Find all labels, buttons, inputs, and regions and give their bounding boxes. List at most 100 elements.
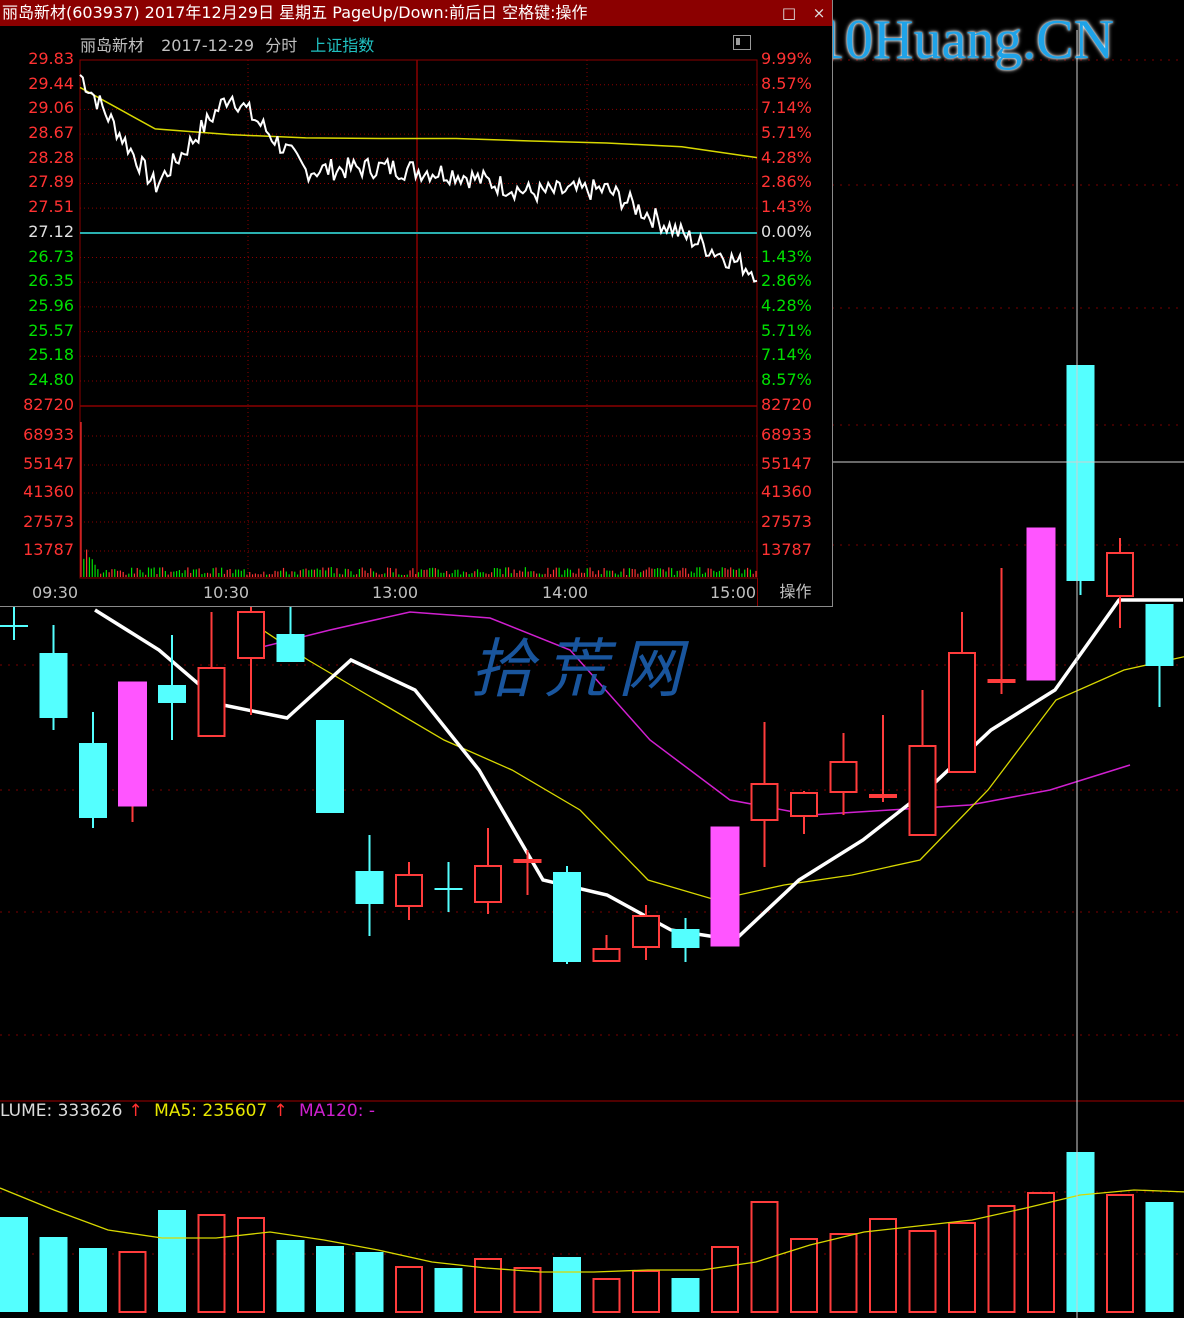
candle-body xyxy=(0,625,28,627)
candle xyxy=(197,612,226,737)
volume-bar xyxy=(39,1237,68,1312)
candle xyxy=(316,720,344,813)
volume-bar xyxy=(553,1257,581,1312)
percent-label: 7.14% xyxy=(761,345,812,365)
candle xyxy=(276,605,305,662)
candle-body xyxy=(395,874,423,907)
candle xyxy=(829,733,858,815)
percent-label: 1.43% xyxy=(761,246,812,266)
candle-body xyxy=(553,872,581,962)
time-label: 15:00 xyxy=(710,583,757,602)
time-label: 13:00 xyxy=(372,583,419,602)
candle xyxy=(987,568,1016,694)
ma5-value: MA5: 235607 xyxy=(154,1101,268,1121)
candle-body xyxy=(1106,552,1134,597)
candle xyxy=(671,918,700,962)
candle-body xyxy=(355,871,384,904)
price-label: 25.96 xyxy=(28,295,74,315)
volume-bar xyxy=(671,1278,700,1312)
volume-bar xyxy=(711,1246,739,1313)
candle-body xyxy=(592,948,621,962)
candle xyxy=(1106,538,1134,628)
volume-value: LUME: 333626 xyxy=(0,1101,123,1121)
price-label: 29.83 xyxy=(28,49,74,68)
candle-body xyxy=(434,888,463,890)
time-label: 09:30 xyxy=(32,583,79,602)
volume-bar xyxy=(237,1217,265,1313)
candle xyxy=(118,681,147,822)
candle xyxy=(355,835,384,936)
volume-bar xyxy=(276,1240,305,1312)
volume-label: 82720 xyxy=(23,395,74,414)
candle-body xyxy=(671,929,700,948)
candle-body xyxy=(829,761,858,793)
candle xyxy=(1145,604,1174,707)
percent-label: 1.43% xyxy=(761,197,812,217)
candle-body xyxy=(276,634,305,662)
average-price-line xyxy=(79,86,758,159)
volume-label: 27573 xyxy=(23,512,74,531)
price-line xyxy=(79,74,758,283)
intraday-volume xyxy=(80,422,757,577)
percent-label: 8.57% xyxy=(761,370,812,389)
candle-body xyxy=(158,685,186,703)
operation-button[interactable]: 操作 xyxy=(757,578,833,606)
volume-bar xyxy=(316,1246,344,1312)
percent-label: 5.71% xyxy=(761,320,812,340)
time-label: 14:00 xyxy=(542,583,589,602)
candle-body xyxy=(316,720,344,813)
volume-label: 55147 xyxy=(23,454,74,473)
candle-body xyxy=(118,681,147,807)
price-label: 25.57 xyxy=(28,320,74,340)
candle xyxy=(908,690,937,836)
volume-bar xyxy=(118,1251,147,1313)
candle-body xyxy=(987,679,1016,683)
volume-bar xyxy=(1027,1192,1055,1313)
candle xyxy=(79,712,107,828)
candle xyxy=(474,828,502,914)
candle xyxy=(592,935,621,962)
volume-bar xyxy=(869,1218,897,1313)
intraday-chart xyxy=(79,59,758,579)
price-label: 27.12 xyxy=(28,221,74,241)
volume-bar xyxy=(395,1266,423,1313)
intraday-popup: 丽岛新材(603937) 2017年12月29日 星期五 PageUp/Down… xyxy=(0,0,833,607)
price-label: 28.28 xyxy=(28,147,74,167)
volume-bar xyxy=(197,1214,226,1313)
candle xyxy=(790,791,818,834)
candle xyxy=(513,850,542,895)
volume-bar xyxy=(829,1233,858,1313)
volume-label: 13787 xyxy=(23,540,74,559)
price-label: 24.80 xyxy=(28,370,74,389)
volume-bar xyxy=(513,1267,542,1313)
candle xyxy=(0,605,28,640)
percent-label: 5.71% xyxy=(761,123,812,143)
price-label: 25.18 xyxy=(28,345,74,365)
candle xyxy=(434,862,463,912)
candle-body xyxy=(790,792,818,817)
watermark-text: 拾荒网 xyxy=(470,633,692,707)
percent-label: 9.99% xyxy=(761,49,812,68)
volume-bar xyxy=(1106,1194,1134,1313)
price-label: 26.35 xyxy=(28,271,74,291)
candle xyxy=(395,862,423,920)
volume-label: 82720 xyxy=(761,395,812,414)
price-label: 28.67 xyxy=(28,123,74,143)
price-label: 29.44 xyxy=(28,73,74,93)
volume-bar xyxy=(434,1268,463,1312)
candle-body xyxy=(1066,365,1095,581)
volume-bar xyxy=(908,1230,937,1313)
price-label: 26.73 xyxy=(28,246,74,266)
candle xyxy=(1026,527,1056,681)
volume-label: 68933 xyxy=(761,425,812,444)
volume-bar xyxy=(987,1205,1016,1313)
candle-body xyxy=(513,859,542,863)
volume-bar xyxy=(0,1217,28,1312)
ma5-up-arrow-icon: ↑ xyxy=(273,1101,288,1121)
volume-up-arrow-icon: ↑ xyxy=(128,1101,143,1121)
volume-bar xyxy=(1145,1202,1174,1312)
candle-body xyxy=(1145,604,1174,666)
candle xyxy=(750,722,779,867)
candle-body xyxy=(39,653,68,718)
volume-bar xyxy=(355,1252,384,1312)
